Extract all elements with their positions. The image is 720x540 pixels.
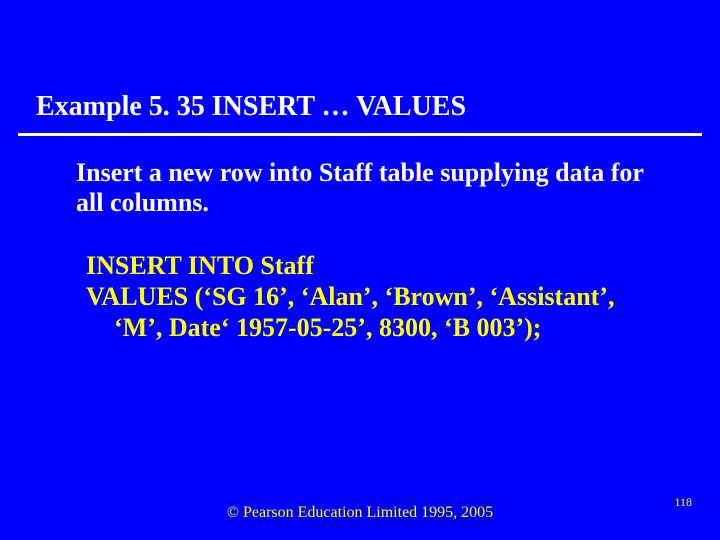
copyright-footer: © Pearson Education Limited 1995, 2005 xyxy=(0,504,720,522)
code-line-2: VALUES (‘SG 16’, ‘Alan’, ‘Brown’, ‘Assis… xyxy=(86,281,658,312)
slide-title: Example 5. 35 INSERT … VALUES xyxy=(36,92,684,123)
page-number: 118 xyxy=(674,495,692,510)
slide: Example 5. 35 INSERT … VALUES Insert a n… xyxy=(0,0,720,540)
code-line-3: ‘M’, Date‘ 1957-05-25’, 8300, ‘B 003’); xyxy=(86,312,658,343)
sql-code: INSERT INTO Staff VALUES (‘SG 16’, ‘Alan… xyxy=(86,250,658,344)
slide-body: Insert a new row into Staff table supply… xyxy=(76,158,656,218)
title-underline xyxy=(18,133,702,136)
code-line-1: INSERT INTO Staff xyxy=(86,251,314,280)
